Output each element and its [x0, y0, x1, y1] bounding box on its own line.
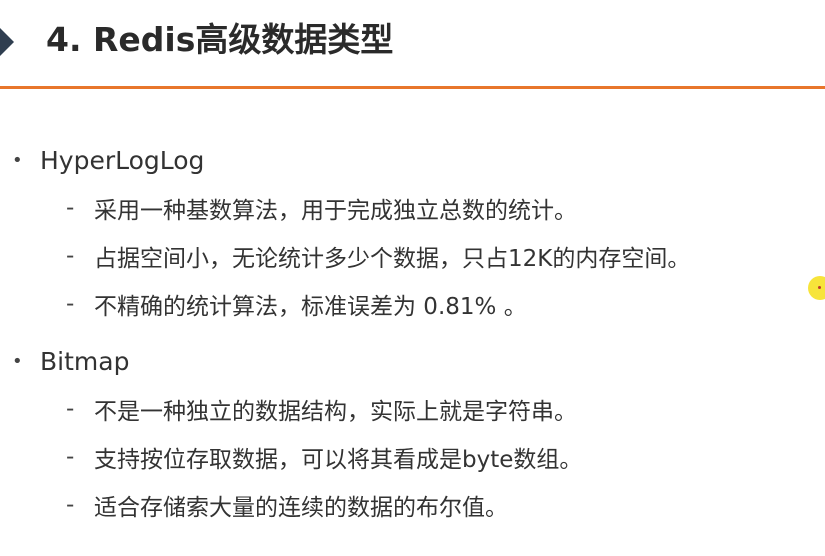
sub-item-text: 支持按位存取数据，可以将其看成是byte数组。 [94, 447, 583, 473]
dash-icon: - [66, 444, 75, 470]
dash-icon: - [66, 396, 75, 422]
bullet-heading: Bitmap [40, 346, 130, 376]
sub-item: - 采用一种基数算法，用于完成独立总数的统计。 [66, 191, 577, 225]
sub-item-text: 不精确的统计算法，标准误差为 0.81% 。 [94, 294, 527, 320]
sub-item: - 支持按位存取数据，可以将其看成是byte数组。 [66, 440, 582, 474]
sub-item: - 不是一种独立的数据结构，实际上就是字符串。 [66, 392, 577, 426]
page-title: 4. Redis高级数据类型 [46, 20, 394, 59]
sub-item-text: 占据空间小，无论统计多少个数据，只占12K的内存空间。 [94, 246, 691, 272]
bullet-hyperloglog: • HyperLogLog [12, 143, 204, 177]
bullet-heading: HyperLogLog [40, 145, 205, 175]
title-divider [0, 86, 825, 89]
dash-icon: - [66, 195, 75, 221]
laser-pointer-icon [808, 276, 825, 300]
dash-icon: - [66, 492, 75, 518]
sub-item-text: 不是一种独立的数据结构，实际上就是字符串。 [94, 399, 577, 425]
sub-item: - 不精确的统计算法，标准误差为 0.81% 。 [66, 287, 527, 321]
bullet-dot-icon: • [12, 350, 23, 372]
sub-item-text: 采用一种基数算法，用于完成独立总数的统计。 [94, 198, 577, 224]
sub-item-text: 适合存储索大量的连续的数据的布尔值。 [94, 495, 508, 521]
bullet-bitmap: • Bitmap [12, 344, 129, 378]
sub-item: - 占据空间小，无论统计多少个数据，只占12K的内存空间。 [66, 239, 690, 273]
bullet-dot-icon: • [12, 149, 23, 171]
title-arrow-icon [0, 28, 14, 56]
slide: 4. Redis高级数据类型 • HyperLogLog - 采用一种基数算法，… [0, 0, 825, 556]
dash-icon: - [66, 243, 75, 269]
dash-icon: - [66, 291, 75, 317]
sub-item: - 适合存储索大量的连续的数据的布尔值。 [66, 488, 508, 522]
